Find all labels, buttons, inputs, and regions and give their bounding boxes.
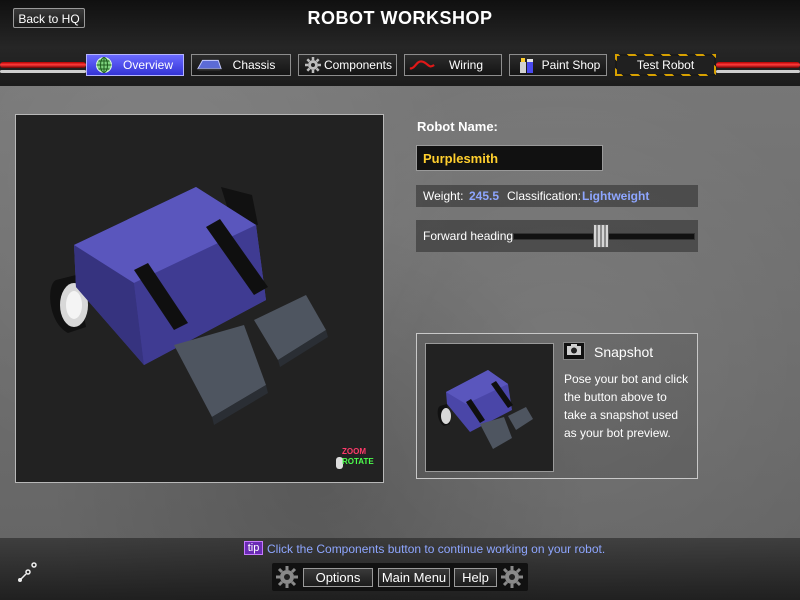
main-menu-button[interactable]: Main Menu bbox=[378, 568, 450, 587]
help-button[interactable]: Help bbox=[454, 568, 497, 587]
snapshot-panel: Snapshot Pose your bot and click the but… bbox=[416, 333, 698, 479]
snapshot-button[interactable] bbox=[563, 342, 585, 360]
silver-wire-left bbox=[0, 70, 86, 73]
red-wire-right bbox=[716, 62, 800, 68]
options-button[interactable]: Options bbox=[303, 568, 373, 587]
weight-label: Weight: bbox=[423, 189, 464, 203]
classification-value: Lightweight bbox=[582, 189, 650, 203]
wire-icon bbox=[409, 56, 435, 74]
snapshot-preview bbox=[425, 343, 554, 472]
paint-can-icon bbox=[514, 56, 540, 74]
zoom-hint-label: ZOOM bbox=[342, 447, 366, 456]
stats-bar: Weight: 245.5 Classification: Lightweigh… bbox=[416, 185, 698, 207]
tab-label: Paint Shop bbox=[541, 58, 601, 72]
tab-label: Components bbox=[323, 58, 392, 72]
tab-chassis[interactable]: Chassis bbox=[191, 54, 291, 76]
tab-label: Overview bbox=[122, 58, 173, 72]
tab-label: Chassis bbox=[232, 58, 276, 72]
robot-model bbox=[50, 187, 328, 425]
silver-wire-right bbox=[716, 70, 800, 73]
zoom-rotate-hint: ZOOM ROTATE bbox=[336, 447, 380, 477]
gear-icon bbox=[275, 565, 299, 589]
classification-label: Classification: bbox=[507, 189, 582, 203]
robot-name-input[interactable] bbox=[416, 145, 603, 171]
tab-components[interactable]: Components bbox=[298, 54, 397, 76]
tip-text: Click the Components button to continue … bbox=[267, 542, 606, 556]
tab-label: Test Robot bbox=[636, 58, 695, 72]
gear-icon bbox=[303, 56, 324, 74]
red-wire-left bbox=[0, 62, 86, 68]
weight-value: 245.5 bbox=[469, 189, 500, 203]
robot-name-label: Robot Name: bbox=[417, 119, 498, 134]
chassis-icon bbox=[196, 56, 222, 74]
tab-wiring[interactable]: Wiring bbox=[404, 54, 502, 76]
gear-icon bbox=[500, 565, 524, 589]
gauge-icon bbox=[14, 560, 40, 586]
globe-icon bbox=[91, 56, 117, 74]
forward-heading-label: Forward heading: bbox=[423, 229, 517, 243]
robot-thumbnail bbox=[437, 370, 533, 449]
robot-3d-viewport[interactable]: ZOOM ROTATE bbox=[15, 114, 384, 483]
tab-paint-shop[interactable]: Paint Shop bbox=[509, 54, 607, 76]
page-title: ROBOT WORKSHOP bbox=[307, 8, 493, 28]
tip-badge: tip bbox=[244, 541, 263, 555]
tab-label: Wiring bbox=[448, 58, 483, 72]
heading-slider-thumb[interactable] bbox=[593, 224, 609, 248]
snapshot-title: Snapshot bbox=[594, 344, 654, 360]
camera-icon bbox=[567, 342, 581, 360]
rotate-hint-label: ROTATE bbox=[342, 457, 374, 466]
forward-heading-row: Forward heading: bbox=[416, 220, 698, 252]
snapshot-description: Pose your bot and click the button above… bbox=[564, 372, 689, 440]
tab-overview[interactable]: Overview bbox=[86, 54, 184, 76]
tab-test-robot[interactable]: Test Robot bbox=[615, 54, 716, 76]
